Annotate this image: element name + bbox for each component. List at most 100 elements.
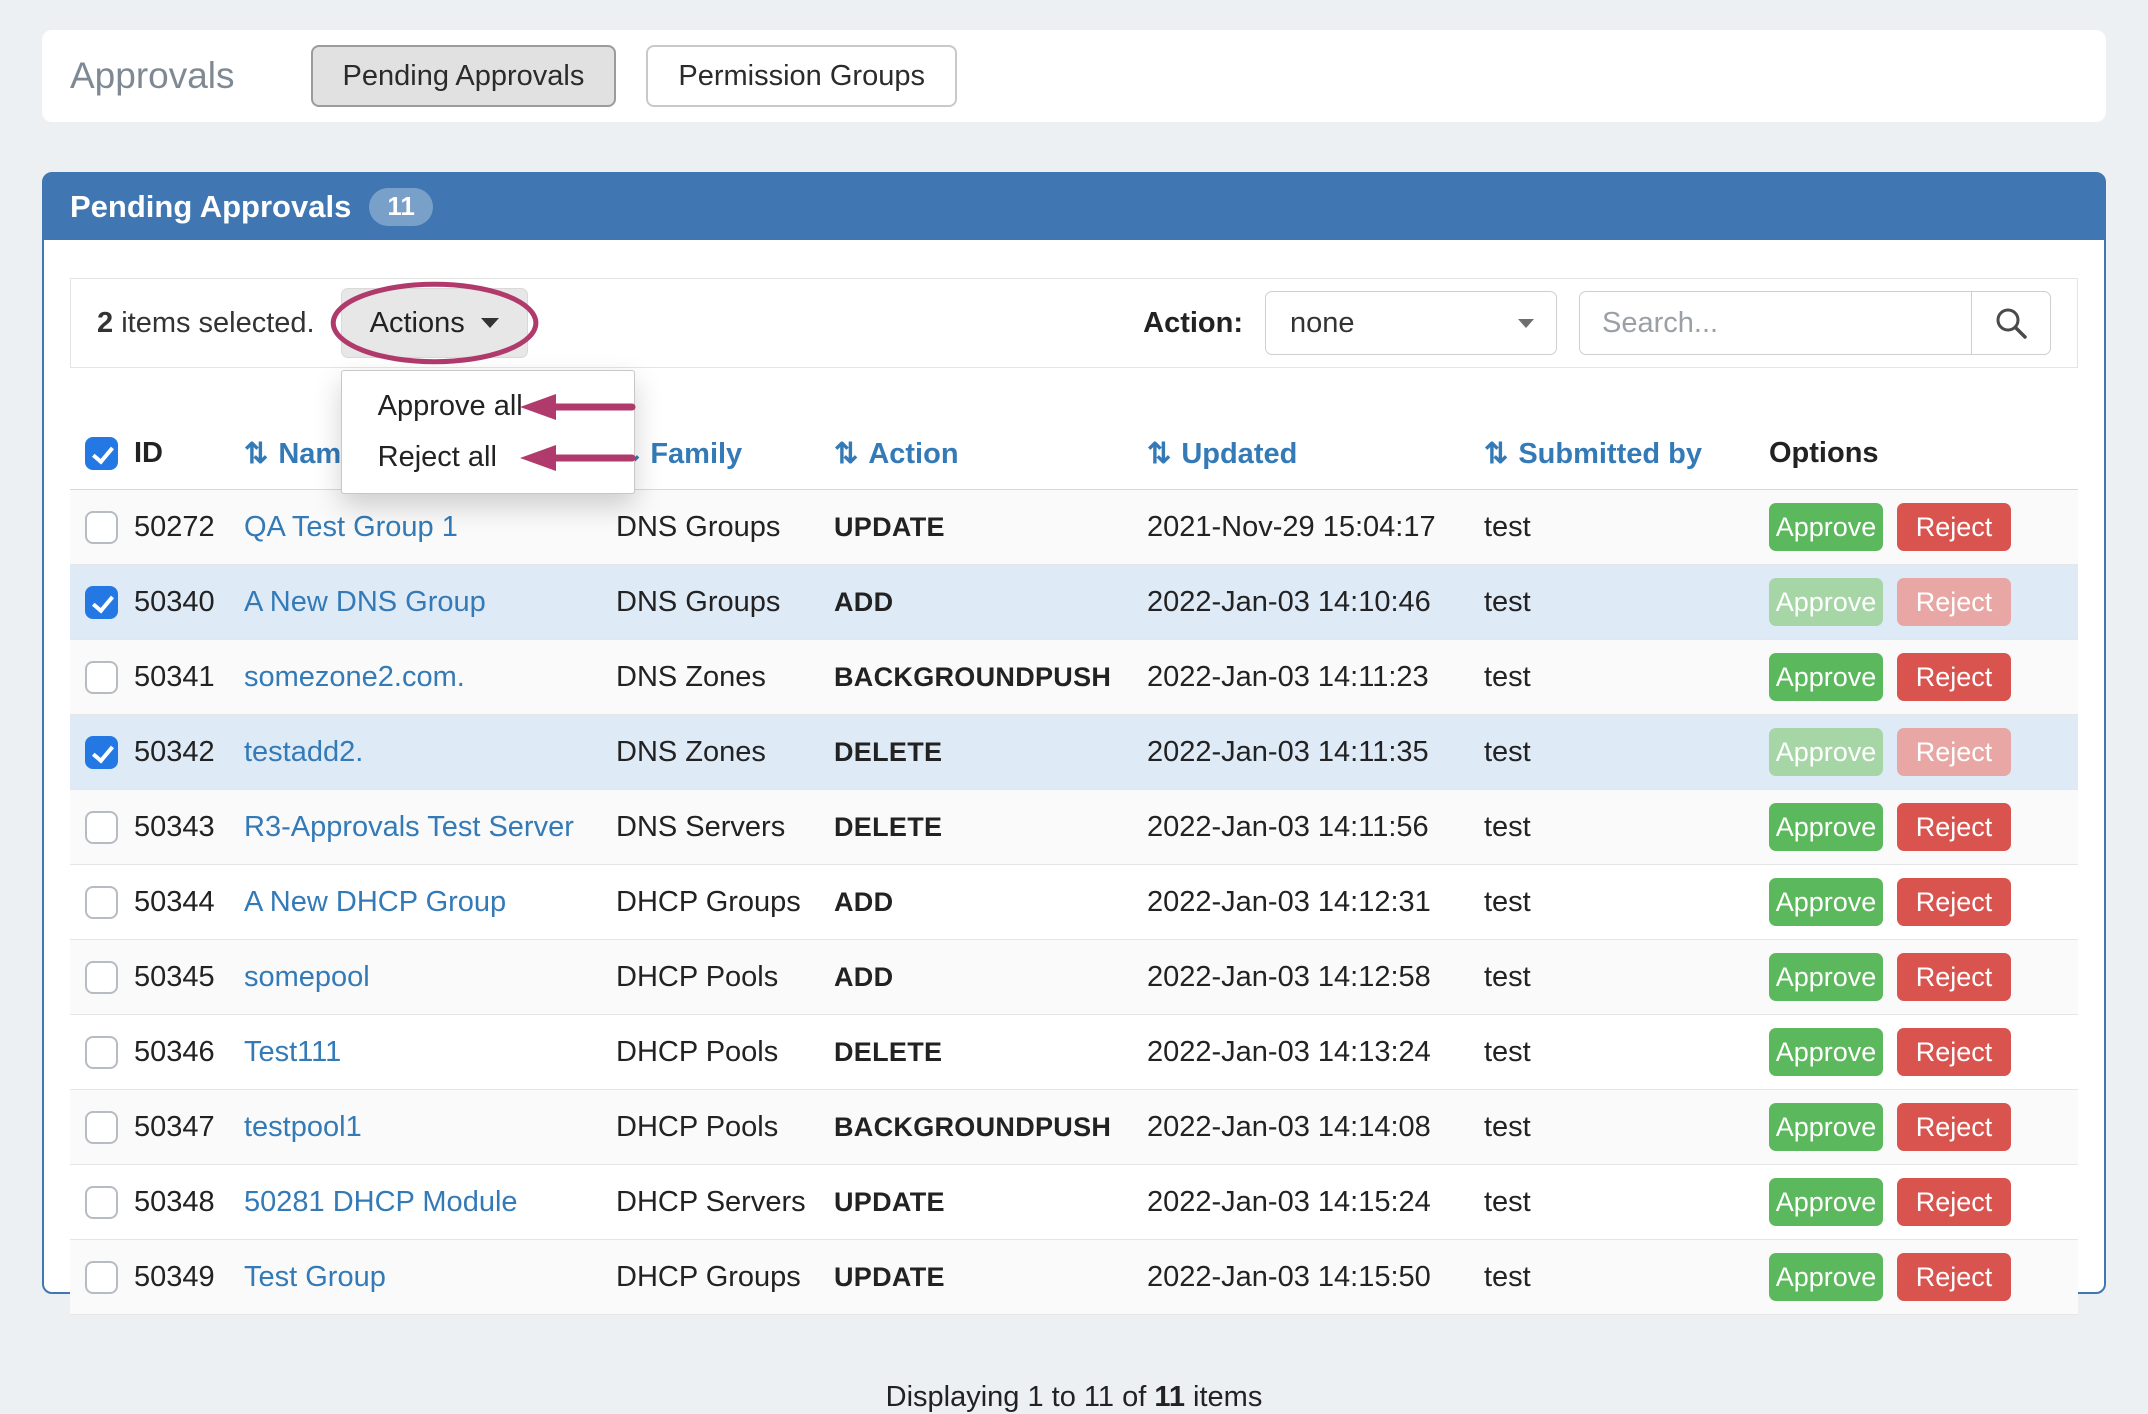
row-submitted-by: test <box>1484 790 1769 865</box>
row-name-link[interactable]: A New DHCP Group <box>244 886 506 918</box>
menu-item-approve-all[interactable]: Approve all <box>342 381 634 432</box>
column-header-updated[interactable]: ⇅Updated <box>1147 420 1484 490</box>
reject-button[interactable]: Reject <box>1897 1103 2011 1151</box>
search-input[interactable] <box>1579 291 1971 355</box>
row-name-link[interactable]: somepool <box>244 961 370 993</box>
select-all-checkbox[interactable] <box>85 437 118 470</box>
row-options: Approve Reject <box>1769 790 2078 865</box>
row-options: Approve Reject <box>1769 865 2078 940</box>
row-name-link[interactable]: somezone2.com. <box>244 661 465 693</box>
row-checkbox[interactable] <box>85 961 118 994</box>
tab-pending-approvals[interactable]: Pending Approvals <box>311 45 617 107</box>
reject-button[interactable]: Reject <box>1897 653 2011 701</box>
approve-button[interactable]: Approve <box>1769 1103 1883 1151</box>
chevron-down-icon <box>481 318 499 328</box>
column-header-label: Action <box>868 438 958 470</box>
actions-button[interactable]: Actions <box>341 288 528 358</box>
row-name-link[interactable]: Test111 <box>244 1036 341 1068</box>
row-action: DELETE <box>834 1015 1147 1090</box>
actions-button-label: Actions <box>370 307 465 340</box>
tab-permission-groups[interactable]: Permission Groups <box>646 45 957 107</box>
reject-button[interactable]: Reject <box>1897 1178 2011 1226</box>
reject-button[interactable]: Reject <box>1897 803 2011 851</box>
sort-icon: ⇅ <box>1484 438 1508 470</box>
row-name-link[interactable]: testadd2. <box>244 736 363 768</box>
table-row: 50340A New DNS GroupDNS GroupsADD2022-Ja… <box>70 565 2078 640</box>
column-header-family[interactable]: ⇅Family <box>616 420 834 490</box>
actions-dropdown-wrap: Actions Approve all <box>341 288 528 358</box>
row-submitted-by: test <box>1484 565 1769 640</box>
approve-button[interactable]: Approve <box>1769 953 1883 1001</box>
annotation-arrow-icon <box>518 390 638 424</box>
row-submitted-by: test <box>1484 1090 1769 1165</box>
approve-button[interactable]: Approve <box>1769 878 1883 926</box>
action-filter-select[interactable]: none <box>1265 291 1557 355</box>
row-checkbox[interactable] <box>85 1036 118 1069</box>
row-id: 50346 <box>134 1015 244 1090</box>
row-options: Approve Reject <box>1769 490 2078 565</box>
row-checkbox[interactable] <box>85 736 118 769</box>
row-submitted-by: test <box>1484 1015 1769 1090</box>
row-checkbox[interactable] <box>85 511 118 544</box>
row-select-cell <box>70 790 134 865</box>
selected-suffix: items selected. <box>113 307 314 339</box>
row-action: ADD <box>834 865 1147 940</box>
table-row: 50341somezone2.com.DNS ZonesBACKGROUNDPU… <box>70 640 2078 715</box>
reject-button[interactable]: Reject <box>1897 953 2011 1001</box>
sort-icon: ⇅ <box>1147 438 1171 470</box>
approve-button[interactable]: Approve <box>1769 1028 1883 1076</box>
row-name-link[interactable]: Test Group <box>244 1261 386 1293</box>
row-options: Approve Reject <box>1769 1090 2078 1165</box>
row-updated: 2022-Jan-03 14:14:08 <box>1147 1090 1484 1165</box>
approve-button[interactable]: Approve <box>1769 1253 1883 1301</box>
row-checkbox[interactable] <box>85 1111 118 1144</box>
row-name-link[interactable]: testpool1 <box>244 1111 362 1143</box>
panel-header: Pending Approvals 11 <box>44 174 2104 240</box>
row-checkbox[interactable] <box>85 661 118 694</box>
approve-button[interactable]: Approve <box>1769 503 1883 551</box>
page-title: Approvals <box>70 55 235 97</box>
row-id: 50348 <box>134 1165 244 1240</box>
approve-button[interactable]: Approve <box>1769 803 1883 851</box>
column-header-submitted-by[interactable]: ⇅Submitted by <box>1484 420 1769 490</box>
row-name-cell: testadd2. <box>244 715 616 790</box>
row-id: 50349 <box>134 1240 244 1315</box>
reject-button[interactable]: Reject <box>1897 878 2011 926</box>
row-checkbox[interactable] <box>85 1261 118 1294</box>
row-updated: 2022-Jan-03 14:10:46 <box>1147 565 1484 640</box>
row-name-link[interactable]: QA Test Group 1 <box>244 511 458 543</box>
row-checkbox[interactable] <box>85 1186 118 1219</box>
row-name-link[interactable]: 50281 DHCP Module <box>244 1186 518 1218</box>
search-group <box>1579 291 2051 355</box>
row-family: DNS Groups <box>616 565 834 640</box>
reject-button[interactable]: Reject <box>1897 1253 2011 1301</box>
row-name-cell: A New DHCP Group <box>244 865 616 940</box>
menu-item-reject-all[interactable]: Reject all <box>342 432 634 483</box>
row-updated: 2022-Jan-03 14:11:56 <box>1147 790 1484 865</box>
reject-button[interactable]: Reject <box>1897 503 2011 551</box>
column-header-action[interactable]: ⇅Action <box>834 420 1147 490</box>
row-id: 50343 <box>134 790 244 865</box>
row-action: BACKGROUNDPUSH <box>834 1090 1147 1165</box>
row-name-cell: R3-Approvals Test Server <box>244 790 616 865</box>
row-id: 50340 <box>134 565 244 640</box>
row-name-link[interactable]: R3-Approvals Test Server <box>244 811 574 843</box>
actions-menu: Approve all Reject all <box>341 370 635 494</box>
reject-button[interactable]: Reject <box>1897 1028 2011 1076</box>
row-checkbox[interactable] <box>85 811 118 844</box>
row-submitted-by: test <box>1484 865 1769 940</box>
row-select-cell <box>70 1240 134 1315</box>
row-submitted-by: test <box>1484 490 1769 565</box>
menu-item-label: Reject all <box>378 441 497 473</box>
row-select-cell <box>70 1015 134 1090</box>
row-submitted-by: test <box>1484 640 1769 715</box>
approve-button[interactable]: Approve <box>1769 653 1883 701</box>
row-checkbox[interactable] <box>85 886 118 919</box>
row-name-link[interactable]: A New DNS Group <box>244 586 486 618</box>
row-checkbox[interactable] <box>85 586 118 619</box>
search-button[interactable] <box>1971 291 2051 355</box>
row-updated: 2022-Jan-03 14:15:50 <box>1147 1240 1484 1315</box>
approve-button[interactable]: Approve <box>1769 1178 1883 1226</box>
row-id: 50344 <box>134 865 244 940</box>
row-select-cell <box>70 565 134 640</box>
